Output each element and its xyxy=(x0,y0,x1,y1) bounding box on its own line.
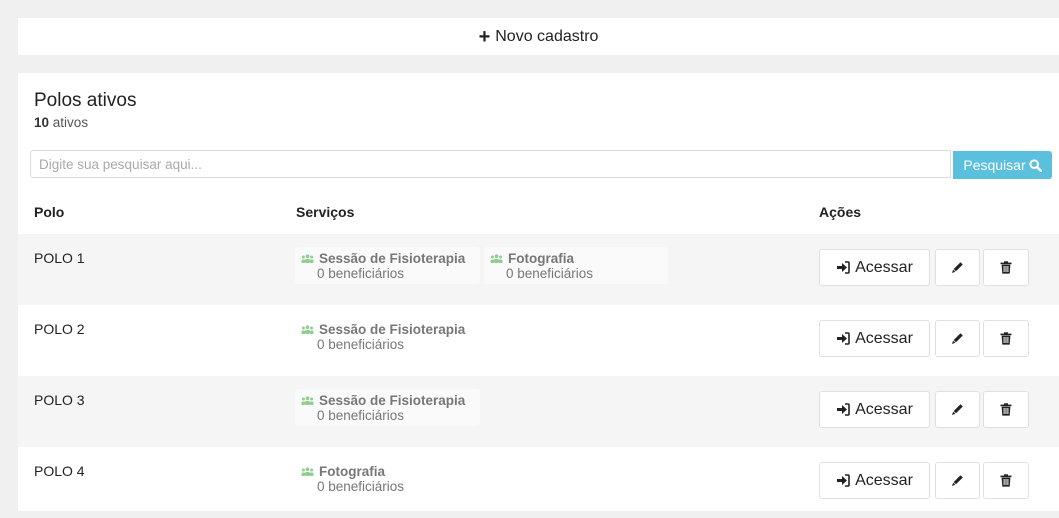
access-label: Acessar xyxy=(855,400,913,418)
service-name: Fotografia xyxy=(508,251,574,266)
plus-icon: + xyxy=(478,25,491,48)
service-chip: Sessão de Fisioterapia 0 beneficiários xyxy=(295,247,480,284)
sign-in-icon xyxy=(837,403,850,416)
pencil-icon xyxy=(952,475,963,486)
edit-button[interactable] xyxy=(935,391,980,428)
delete-button[interactable] xyxy=(983,249,1029,286)
access-label: Acessar xyxy=(855,471,913,489)
search-button-label: Pesquisar xyxy=(963,157,1026,173)
users-icon xyxy=(301,325,314,334)
pencil-icon xyxy=(952,262,963,273)
trash-icon xyxy=(1000,474,1012,487)
edit-button[interactable] xyxy=(935,462,980,499)
polo-name: POLO 4 xyxy=(34,463,85,479)
table-row: POLO 3 Sessão de Fisioterapia 0 benefici… xyxy=(18,376,1059,447)
pencil-icon xyxy=(952,404,963,415)
panel-title: Polos ativos xyxy=(34,90,137,111)
new-record-button[interactable]: + Novo cadastro xyxy=(18,18,1059,55)
access-button[interactable]: Acessar xyxy=(819,462,930,499)
service-name: Sessão de Fisioterapia xyxy=(319,393,466,408)
access-label: Acessar xyxy=(855,258,913,276)
users-icon xyxy=(301,396,314,405)
header-polo: Polo xyxy=(34,204,65,220)
active-count-number: 10 xyxy=(34,115,50,130)
search-input[interactable] xyxy=(30,150,951,178)
search-icon xyxy=(1029,158,1042,172)
users-icon xyxy=(490,254,503,263)
edit-button[interactable] xyxy=(935,249,980,286)
table-row: POLO 1 Sessão de Fisioterapia 0 benefici… xyxy=(18,234,1059,305)
access-button[interactable]: Acessar xyxy=(819,320,930,357)
service-name: Sessão de Fisioterapia xyxy=(319,322,466,337)
service-count: 0 beneficiários xyxy=(317,408,405,423)
sign-in-icon xyxy=(837,332,850,345)
access-label: Acessar xyxy=(855,329,913,347)
polo-name: POLO 3 xyxy=(34,392,85,408)
trash-icon xyxy=(1000,403,1012,416)
active-count-suffix: ativos xyxy=(52,115,89,130)
service-count: 0 beneficiários xyxy=(506,266,594,281)
access-button[interactable]: Acessar xyxy=(819,391,930,428)
active-polos-panel: Polos ativos 10 ativos Pesquisar Polo Se… xyxy=(18,73,1059,511)
service-count: 0 beneficiários xyxy=(317,337,405,352)
service-name: Sessão de Fisioterapia xyxy=(319,251,466,266)
sign-in-icon xyxy=(837,261,850,274)
service-chip: Fotografia 0 beneficiários xyxy=(295,460,480,497)
service-chip: Sessão de Fisioterapia 0 beneficiários xyxy=(295,389,480,426)
service-count: 0 beneficiários xyxy=(317,479,405,494)
edit-button[interactable] xyxy=(935,320,980,357)
users-icon xyxy=(301,254,314,263)
header-servicos: Serviços xyxy=(296,204,355,220)
pencil-icon xyxy=(952,333,963,344)
table-row: POLO 4 Fotografia 0 beneficiários Acessa… xyxy=(18,447,1059,518)
service-chip: Sessão de Fisioterapia 0 beneficiários xyxy=(295,318,480,355)
users-icon xyxy=(301,467,314,476)
service-count: 0 beneficiários xyxy=(317,266,405,281)
trash-icon xyxy=(1000,261,1012,274)
table-row: POLO 2 Sessão de Fisioterapia 0 benefici… xyxy=(18,305,1059,376)
service-name: Fotografia xyxy=(319,464,385,479)
delete-button[interactable] xyxy=(983,391,1029,428)
delete-button[interactable] xyxy=(983,320,1029,357)
header-acoes: Ações xyxy=(819,204,862,220)
new-record-label: Novo cadastro xyxy=(495,27,599,45)
service-chip: Fotografia 0 beneficiários xyxy=(484,247,668,284)
polo-name: POLO 1 xyxy=(34,250,85,266)
delete-button[interactable] xyxy=(983,462,1029,499)
search-button[interactable]: Pesquisar xyxy=(953,151,1052,179)
sign-in-icon xyxy=(837,474,850,487)
polo-name: POLO 2 xyxy=(34,321,85,337)
trash-icon xyxy=(1000,332,1012,345)
access-button[interactable]: Acessar xyxy=(819,249,930,286)
active-count: 10 ativos xyxy=(34,115,88,130)
